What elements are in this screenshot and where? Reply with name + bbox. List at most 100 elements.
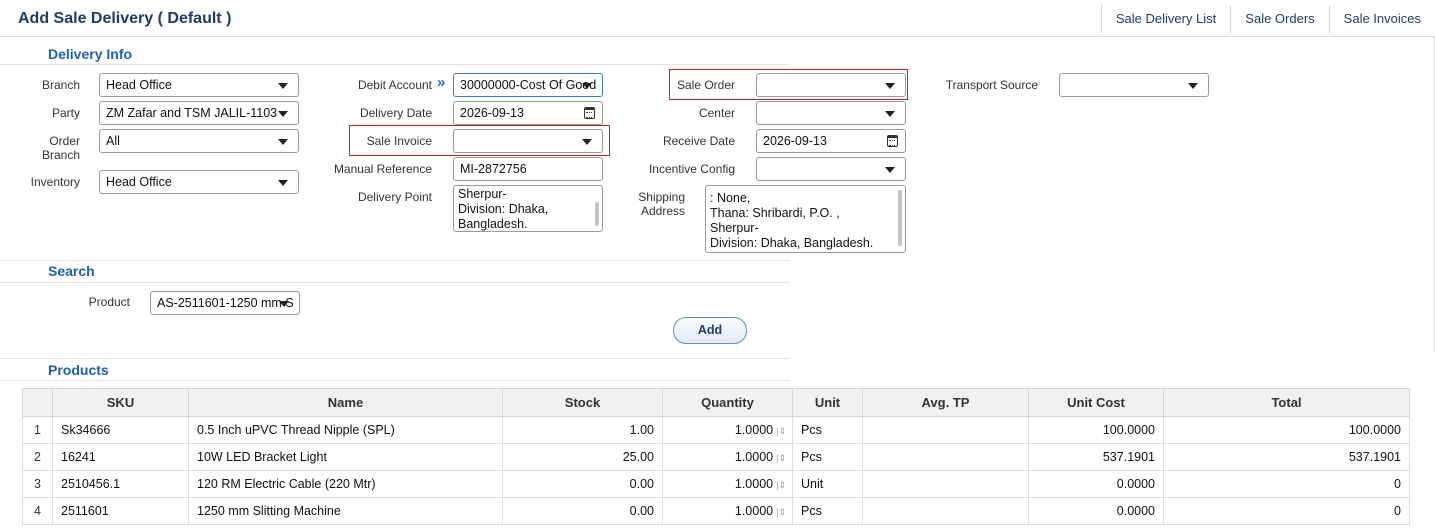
row-sku: 16241 [52, 443, 189, 471]
caret-down-icon [278, 111, 288, 117]
row-quantity-cell: 1.0000 |⇕ [662, 470, 793, 498]
row-quantity: 1.0000 [734, 477, 774, 491]
nav-sale-delivery-list[interactable]: Sale Delivery List [1100, 5, 1230, 33]
row-unit: Pcs [792, 443, 863, 471]
row-index: 4 [22, 497, 53, 525]
party-select[interactable]: ZM Zafar and TSM JALIL-1103 [99, 101, 299, 125]
spinner-icon[interactable]: |⇕ [776, 480, 786, 490]
row-total: 537.1901 [1163, 443, 1410, 471]
sale-order-select[interactable] [756, 73, 906, 97]
caret-down-icon [279, 301, 289, 307]
transport-source-select[interactable] [1059, 73, 1209, 97]
row-avg-tp [862, 497, 1029, 525]
party-label: Party [51, 106, 80, 120]
delivery-date-label: Delivery Date [359, 106, 432, 120]
delivery-point-label: Delivery Point [357, 190, 432, 204]
quantity-stepper[interactable]: 1.0000 |⇕ [735, 504, 786, 518]
delivery-date-input[interactable]: 2026-09-13 [453, 101, 603, 125]
nav-sale-orders[interactable]: Sale Orders [1230, 5, 1328, 33]
col-header-index [22, 388, 53, 417]
row-stock: 0.00 [502, 497, 663, 525]
row-quantity: 1.0000 [734, 504, 774, 518]
row-unit: Pcs [792, 497, 863, 525]
row-name: 0.5 Inch uPVC Thread Nipple (SPL) [188, 416, 503, 444]
col-header-sku[interactable]: SKU [52, 388, 189, 417]
order-branch-label-line1: Order [49, 134, 80, 148]
quantity-stepper[interactable]: 1.0000 |⇕ [735, 450, 786, 464]
caret-down-icon [582, 83, 592, 89]
row-sku: Sk34666 [52, 416, 189, 444]
quantity-stepper[interactable]: 1.0000 |⇕ [735, 423, 786, 437]
col-header-unit-cost[interactable]: Unit Cost [1028, 388, 1164, 417]
col-header-unit[interactable]: Unit [792, 388, 863, 417]
textarea-scrollbar[interactable] [595, 202, 599, 226]
caret-down-icon [278, 139, 288, 145]
row-unit-cost: 100.0000 [1028, 416, 1164, 444]
table-row: 2 16241 10W LED Bracket Light 25.00 1.00… [22, 443, 1410, 471]
row-unit: Unit [792, 470, 863, 498]
calendar-icon[interactable] [887, 135, 898, 147]
shipping-address-line: : None, [710, 191, 751, 205]
row-avg-tp [862, 443, 1029, 471]
sale-invoice-select[interactable] [453, 129, 603, 153]
caret-down-icon [1188, 83, 1198, 89]
row-stock: 0.00 [502, 470, 663, 498]
shipping-address-line: Division: Dhaka, Bangladesh. [710, 236, 874, 250]
row-name: 120 RM Electric Cable (220 Mtr) [188, 470, 503, 498]
receive-date-input[interactable]: 2026-09-13 [756, 129, 906, 153]
order-branch-select[interactable]: All [99, 129, 299, 153]
textarea-scrollbar[interactable] [898, 190, 902, 246]
section-title-delivery-info: Delivery Info [48, 46, 133, 62]
section-title-search: Search [48, 263, 95, 279]
inventory-select[interactable]: Head Office [99, 170, 299, 194]
branch-select[interactable]: Head Office [99, 73, 299, 97]
center-label: Center [698, 106, 735, 120]
order-branch-label-line2: Branch [41, 148, 80, 162]
shipping-address-line: Thana: Shribardi, P.O. , [710, 206, 840, 220]
row-avg-tp [862, 470, 1029, 498]
receive-date-label: Receive Date [662, 134, 735, 148]
col-header-name[interactable]: Name [188, 388, 503, 417]
caret-down-icon [582, 139, 592, 145]
inventory-label: Inventory [30, 175, 80, 189]
col-header-total[interactable]: Total [1163, 388, 1410, 417]
calendar-icon[interactable] [584, 107, 595, 119]
inventory-value: Head Office [106, 175, 172, 189]
products-table: SKU Name Stock Quantity Unit Avg. TP Uni… [22, 388, 1410, 525]
spinner-icon[interactable]: |⇕ [776, 426, 786, 436]
debit-account-select[interactable]: 30000000-Cost Of Goods Sold [453, 73, 603, 97]
order-branch-value: All [106, 134, 120, 148]
col-header-quantity[interactable]: Quantity [662, 388, 793, 417]
row-unit-cost: 0.0000 [1028, 470, 1164, 498]
product-select[interactable]: AS-2511601-1250 mm Slitting Machine [150, 291, 300, 315]
delivery-date-value: 2026-09-13 [460, 106, 524, 120]
table-header-row: SKU Name Stock Quantity Unit Avg. TP Uni… [22, 388, 1410, 417]
row-index: 2 [22, 443, 53, 471]
quantity-stepper[interactable]: 1.0000 |⇕ [735, 477, 786, 491]
row-sku: 2510456.1 [52, 470, 189, 498]
caret-down-icon [885, 167, 895, 173]
center-select[interactable] [756, 101, 906, 125]
shipping-address-label-line1: Shipping [638, 190, 685, 204]
debit-account-label: Debit Account [357, 78, 432, 92]
add-button[interactable]: Add [673, 317, 747, 344]
spinner-icon[interactable]: |⇕ [776, 453, 786, 463]
delivery-point-textarea[interactable]: Sherpur- Division: Dhaka, Bangladesh. [453, 185, 603, 232]
incentive-config-select[interactable] [756, 157, 906, 181]
row-name: 10W LED Bracket Light [188, 443, 503, 471]
caret-down-icon [278, 180, 288, 186]
col-header-avg-tp[interactable]: Avg. TP [862, 388, 1029, 417]
row-stock: 25.00 [502, 443, 663, 471]
double-chevron-right-icon[interactable]: » [437, 74, 445, 91]
manual-reference-input[interactable]: MI-2872756 [453, 157, 603, 181]
row-sku: 2511601 [52, 497, 189, 525]
manual-reference-label: Manual Reference [333, 162, 432, 176]
shipping-address-textarea[interactable]: : None, Thana: Shribardi, P.O. , Sherpur… [705, 185, 906, 253]
party-value: ZM Zafar and TSM JALIL-1103 [106, 106, 278, 120]
transport-source-label: Transport Source [945, 78, 1038, 92]
spinner-icon[interactable]: |⇕ [776, 507, 786, 517]
nav-sale-invoices[interactable]: Sale Invoices [1328, 5, 1435, 33]
debit-account-value: 30000000-Cost Of Goods Sold [460, 78, 596, 92]
col-header-stock[interactable]: Stock [502, 388, 663, 417]
row-index: 3 [22, 470, 53, 498]
